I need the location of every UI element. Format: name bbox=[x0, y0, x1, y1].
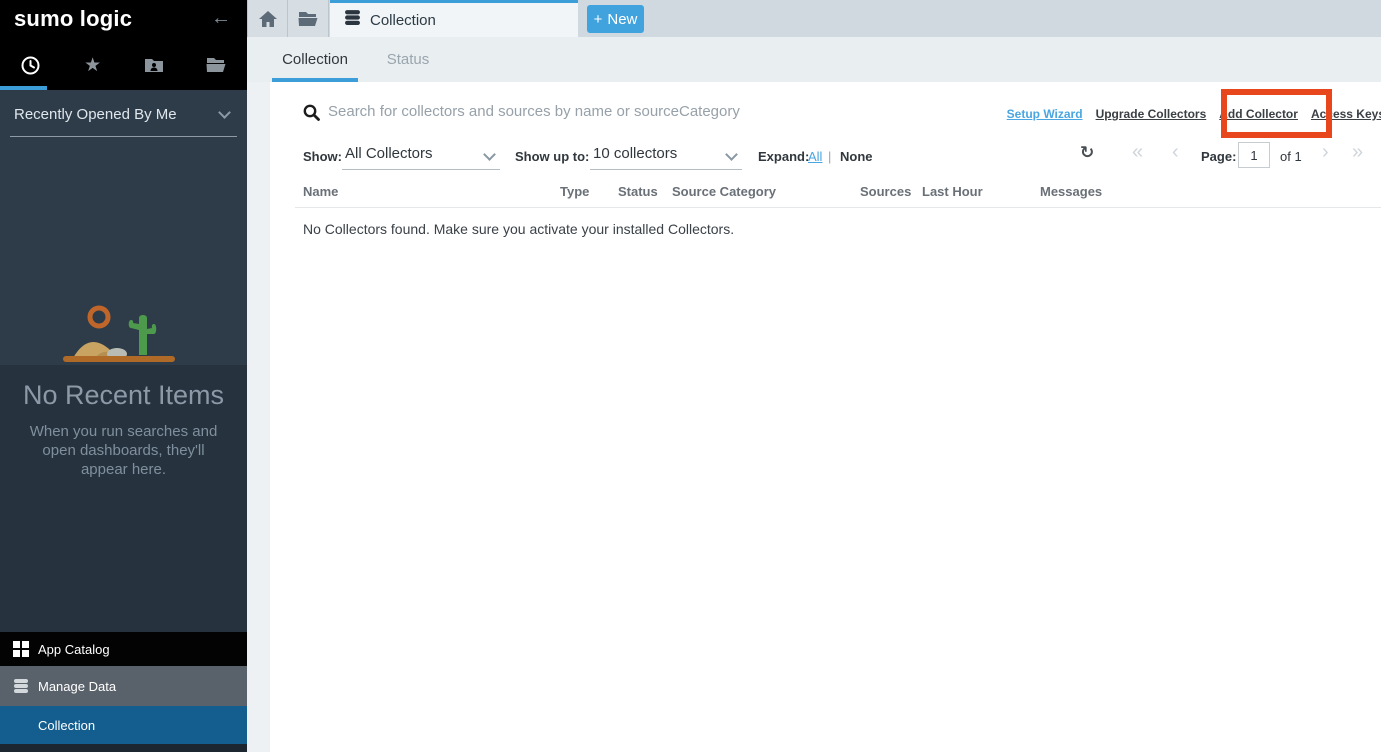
chevron-down-icon bbox=[725, 148, 738, 161]
page-number-input[interactable] bbox=[1238, 142, 1270, 168]
favorites-star-icon[interactable]: ★ bbox=[73, 50, 113, 80]
recently-opened-label: Recently Opened By Me bbox=[14, 106, 177, 123]
chevron-down-icon bbox=[218, 106, 231, 119]
subtab-bar: Collection Status bbox=[247, 37, 1381, 82]
page-of-label: of 1 bbox=[1280, 149, 1302, 164]
recent-clock-icon[interactable] bbox=[11, 50, 51, 80]
upgrade-collectors-link[interactable]: Upgrade Collectors bbox=[1096, 107, 1207, 121]
show-up-to-label: Show up to: bbox=[515, 149, 589, 164]
app-window: sumo logic ← ★ Recently Opened B bbox=[0, 0, 1381, 752]
access-keys-link[interactable]: Access Keys bbox=[1311, 107, 1381, 121]
no-recent-items-subtitle: When you run searches and open dashboard… bbox=[20, 422, 227, 479]
new-button-label: New bbox=[607, 11, 637, 28]
sidebar-header: sumo logic ← ★ bbox=[0, 0, 247, 90]
sidebar-item-label: App Catalog bbox=[38, 642, 110, 657]
sidebar: sumo logic ← ★ Recently Opened B bbox=[0, 0, 247, 752]
shared-content-folder-icon[interactable] bbox=[134, 50, 174, 80]
column-header-status[interactable]: Status bbox=[618, 184, 658, 199]
collection-panel: Setup Wizard Upgrade Collectors Add Coll… bbox=[270, 82, 1381, 752]
desert-empty-illustration bbox=[55, 290, 190, 370]
folder-icon bbox=[298, 11, 318, 27]
recently-opened-dropdown[interactable]: Recently Opened By Me bbox=[0, 90, 247, 138]
sidebar-item-collection[interactable]: Collection bbox=[0, 706, 247, 744]
no-recent-items-title: No Recent Items bbox=[0, 380, 247, 411]
main-area: Collection + New Collection Status Setup… bbox=[247, 0, 1381, 752]
prev-page-icon[interactable]: ‹ bbox=[1172, 141, 1179, 164]
sidebar-item-label: Manage Data bbox=[38, 679, 116, 694]
library-folder-icon[interactable] bbox=[196, 50, 236, 80]
database-icon bbox=[344, 9, 361, 31]
tab-title: Collection bbox=[370, 12, 436, 29]
setup-wizard-link[interactable]: Setup Wizard bbox=[1007, 107, 1083, 121]
recent-items-panel: Recently Opened By Me bbox=[0, 90, 247, 365]
tab-collection[interactable]: Collection bbox=[330, 0, 578, 37]
subtab-status[interactable]: Status bbox=[375, 37, 441, 82]
chevron-down-icon bbox=[483, 148, 496, 161]
home-icon bbox=[259, 11, 277, 27]
expand-none-label[interactable]: None bbox=[840, 149, 873, 164]
tab-home[interactable] bbox=[247, 0, 288, 37]
plus-icon: + bbox=[594, 11, 603, 28]
column-header-name[interactable]: Name bbox=[303, 184, 338, 199]
show-select[interactable]: All Collectors bbox=[342, 142, 500, 170]
table-header-divider bbox=[295, 207, 1381, 208]
next-page-icon[interactable]: › bbox=[1322, 141, 1329, 164]
column-header-sources[interactable]: Sources bbox=[860, 184, 911, 199]
toolbar-links: Setup Wizard Upgrade Collectors Add Coll… bbox=[1007, 107, 1381, 121]
page-label: Page: bbox=[1201, 149, 1236, 164]
app-catalog-grid-icon bbox=[13, 641, 29, 657]
search-input[interactable] bbox=[328, 98, 888, 124]
column-header-last-hour[interactable]: Last Hour bbox=[922, 184, 983, 199]
left-gutter bbox=[247, 82, 270, 752]
empty-table-message: No Collectors found. Make sure you activ… bbox=[303, 221, 734, 237]
sidebar-nav-icons: ★ bbox=[0, 44, 247, 86]
column-header-messages[interactable]: Messages bbox=[1040, 184, 1102, 199]
separator: | bbox=[828, 149, 831, 164]
tab-library[interactable] bbox=[288, 0, 329, 37]
subtab-collection[interactable]: Collection bbox=[272, 37, 358, 82]
last-page-icon[interactable]: » bbox=[1352, 141, 1363, 164]
sidebar-item-app-catalog[interactable]: App Catalog bbox=[0, 632, 247, 666]
sumo-logic-logo: sumo logic bbox=[14, 6, 132, 32]
column-header-type[interactable]: Type bbox=[560, 184, 589, 199]
expand-label: Expand: bbox=[758, 149, 809, 164]
collapse-sidebar-arrow-icon[interactable]: ← bbox=[211, 7, 231, 30]
add-collector-link[interactable]: Add Collector bbox=[1219, 107, 1298, 121]
first-page-icon[interactable]: « bbox=[1132, 141, 1143, 164]
expand-all-link[interactable]: All bbox=[808, 149, 822, 164]
new-button[interactable]: + New bbox=[587, 5, 644, 33]
refresh-icon[interactable]: ↻ bbox=[1080, 143, 1094, 163]
divider bbox=[10, 136, 237, 137]
show-up-to-value: 10 collectors bbox=[593, 145, 677, 162]
sidebar-item-partial bbox=[0, 744, 247, 752]
database-icon bbox=[13, 678, 29, 694]
show-up-to-select[interactable]: 10 collectors bbox=[590, 142, 742, 170]
sidebar-item-label: Collection bbox=[38, 718, 95, 733]
search-icon bbox=[303, 104, 320, 126]
divider bbox=[0, 365, 247, 366]
show-label: Show: bbox=[303, 149, 342, 164]
column-header-source-category[interactable]: Source Category bbox=[672, 184, 776, 199]
tab-strip: Collection + New bbox=[247, 0, 1381, 37]
sidebar-item-manage-data[interactable]: Manage Data bbox=[0, 666, 247, 706]
show-select-value: All Collectors bbox=[345, 145, 433, 162]
